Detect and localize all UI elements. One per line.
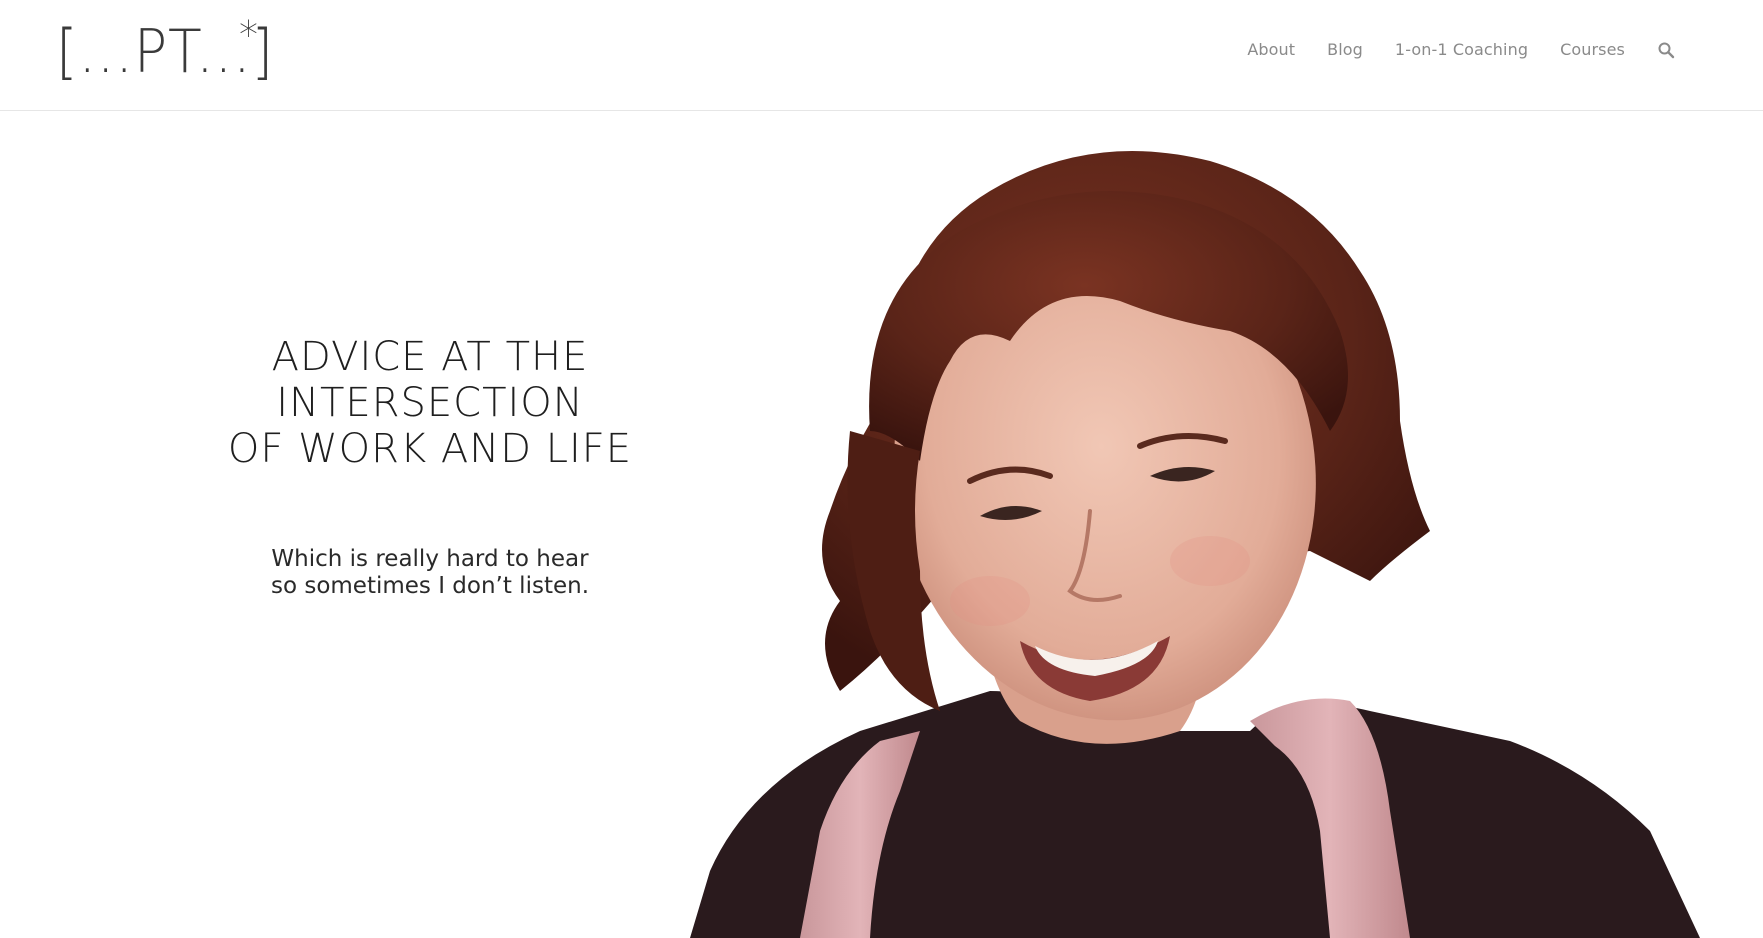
portrait-image xyxy=(690,151,1700,938)
hero-subheadline: Which is really hard to hear so sometime… xyxy=(180,546,680,600)
hero-headline: ADVICE AT THE INTERSECTION OF WORK AND L… xyxy=(180,334,680,472)
headline-line: ADVICE AT THE xyxy=(271,334,589,380)
main-nav: About Blog 1-on-1 Coaching Courses xyxy=(1215,40,1675,59)
hero-section: ADVICE AT THE INTERSECTION OF WORK AND L… xyxy=(0,111,1763,938)
page: [...PT...] * About Blog 1-on-1 Coaching … xyxy=(0,0,1763,938)
headline-line: INTERSECTION xyxy=(276,380,584,426)
search-icon[interactable] xyxy=(1657,41,1675,59)
site-logo[interactable]: [...PT...] * xyxy=(56,12,293,92)
hero-text: ADVICE AT THE INTERSECTION OF WORK AND L… xyxy=(180,334,680,600)
nav-about[interactable]: About xyxy=(1247,40,1295,59)
nav-courses[interactable]: Courses xyxy=(1560,40,1625,59)
logo-asterisk: * xyxy=(239,13,258,57)
nav-blog[interactable]: Blog xyxy=(1327,40,1363,59)
nav-coaching[interactable]: 1-on-1 Coaching xyxy=(1395,40,1528,59)
subheadline-line: so sometimes I don’t listen. xyxy=(270,573,590,599)
headline-line: OF WORK AND LIFE xyxy=(227,426,633,472)
site-header: [...PT...] * About Blog 1-on-1 Coaching … xyxy=(0,0,1763,111)
subheadline-line: Which is really hard to hear xyxy=(271,546,589,572)
